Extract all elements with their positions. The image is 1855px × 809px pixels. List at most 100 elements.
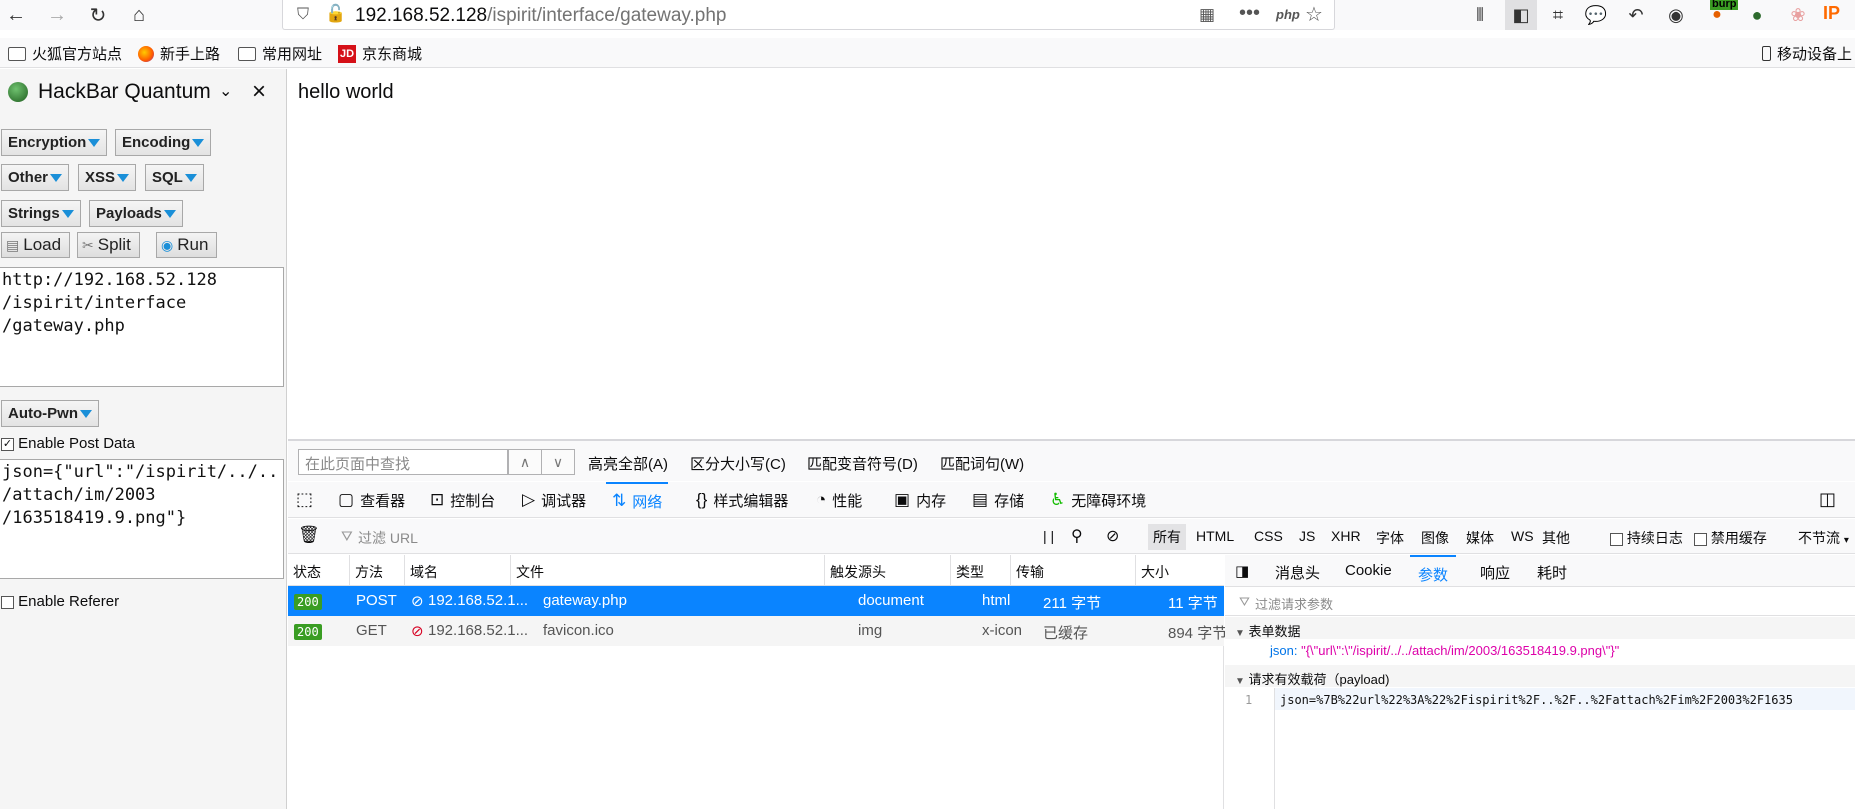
trash-icon[interactable]: 🗑 (298, 525, 320, 545)
filter-media[interactable]: 媒体 (1466, 528, 1494, 548)
tab-memory[interactable]: ▣ 内存 (894, 482, 946, 518)
autopwn-menu[interactable]: Auto-Pwn (1, 400, 99, 427)
url-bar[interactable]: ⛉ 🔓 192.168.52.128/ispirit/interface/gat… (282, 0, 1335, 30)
close-icon[interactable]: × (252, 78, 266, 106)
home-icon[interactable]: ⌂ (127, 3, 151, 27)
back-icon[interactable]: ← (4, 3, 28, 27)
reload-icon[interactable]: ↻ (86, 3, 110, 27)
throttle-select[interactable]: 不节流 ▾ (1798, 528, 1849, 548)
account-icon[interactable]: ◉ (1664, 3, 1688, 27)
params-filter-input[interactable]: 过滤请求参数 (1255, 594, 1333, 613)
filter-ws[interactable]: WS (1511, 528, 1534, 544)
post-data-textarea[interactable]: json={"url":"/ispirit/../.. /attach/im/2… (0, 459, 284, 579)
tab-storage[interactable]: ▤ 存储 (972, 482, 1024, 518)
tab-headers[interactable]: 消息头 (1275, 555, 1320, 587)
qrcode-icon[interactable]: ▦ (1199, 5, 1215, 25)
column-cause[interactable]: 触发源头 (825, 555, 951, 586)
run-button[interactable]: ◉ Run (156, 232, 218, 258)
tab-response[interactable]: 响应 (1480, 555, 1510, 587)
persist-log-checkbox[interactable] (1610, 532, 1623, 546)
filter-other[interactable]: 其他 (1542, 528, 1570, 548)
load-button[interactable]: ▤ Load (1, 232, 71, 258)
find-input[interactable]: 在此页面中查找 (298, 449, 508, 475)
hackbar-extension-icon[interactable]: ● (1745, 3, 1769, 27)
sidebar-toggle-icon[interactable]: ◧ (1505, 0, 1537, 30)
column-method[interactable]: 方法 (350, 555, 405, 586)
tab-debugger[interactable]: ▷ 调试器 (522, 482, 586, 518)
tab-accessibility[interactable]: ♿ 无障碍环境 (1050, 482, 1146, 518)
column-domain[interactable]: 域名 (405, 555, 511, 586)
payloads-menu[interactable]: Payloads (89, 200, 183, 227)
more-actions-icon[interactable]: ••• (1239, 2, 1260, 25)
element-picker-icon[interactable]: ⬚ (296, 489, 313, 510)
payload-text[interactable]: json=%7B%22url%22%3A%22%2Fispirit%2F..%2… (1280, 693, 1793, 707)
bookmark-star-icon[interactable]: ☆ (1305, 2, 1323, 27)
table-row[interactable]: 200 POST ⊘ 192.168.52.1... gateway.php d… (288, 586, 1224, 616)
toggle-panel-icon[interactable]: ◨ (1235, 562, 1249, 580)
highlight-all-option[interactable]: 高亮全部(A) (588, 453, 668, 474)
search-icon[interactable]: ⚲ (1071, 526, 1083, 546)
split-button[interactable]: ✂ Split (77, 232, 140, 258)
column-status[interactable]: 状态 (288, 555, 350, 586)
shield-icon[interactable]: ⛉ (297, 6, 309, 24)
match-diacritics-option[interactable]: 匹配变音符号(D) (807, 453, 918, 474)
tab-timings[interactable]: 耗时 (1537, 555, 1567, 587)
undo-icon[interactable]: ↶ (1624, 3, 1648, 27)
mobile-bookmarks[interactable]: 移动设备上 (1762, 43, 1852, 64)
encoding-menu[interactable]: Encoding (115, 129, 212, 156)
bookmark-item[interactable]: JD 京东商城 (338, 43, 422, 64)
persist-log-toggle[interactable]: 持续日志 (1610, 528, 1683, 548)
enable-referer-checkbox[interactable] (1, 595, 14, 609)
crop-icon[interactable]: ⌗ (1546, 3, 1570, 27)
enable-post-checkbox[interactable]: ✓ (1, 437, 14, 451)
bookmark-item[interactable]: 火狐官方站点 (8, 43, 122, 64)
tab-params[interactable]: 参数 (1410, 555, 1457, 587)
params-filter[interactable]: ⛛ 过滤请求参数 (1225, 588, 1855, 616)
xss-menu[interactable]: XSS (78, 164, 137, 191)
column-file[interactable]: 文件 (511, 555, 825, 586)
tab-performance[interactable]: ◔ 性能 (816, 482, 862, 518)
form-data-section[interactable]: ▼ 表单数据 (1225, 617, 1855, 639)
find-next-icon[interactable]: ∨ (541, 449, 575, 475)
table-row[interactable]: 200 GET ⊘ 192.168.52.1... favicon.ico im… (288, 616, 1227, 646)
filter-fonts[interactable]: 字体 (1376, 528, 1404, 548)
tab-style-editor[interactable]: {} 样式编辑器 (696, 482, 788, 518)
bookmark-item[interactable]: 常用网址 (238, 43, 322, 64)
column-type[interactable]: 类型 (951, 555, 1011, 586)
chevron-down-icon[interactable]: ⌄ (219, 81, 232, 101)
ip-extension-icon[interactable]: IP (1823, 3, 1840, 24)
enable-post-toggle[interactable]: ✓ Enable Post Data (1, 435, 135, 452)
whole-words-option[interactable]: 匹配词句(W) (940, 453, 1024, 474)
proxy-extension-icon[interactable]: ❀ (1786, 3, 1810, 27)
sql-menu[interactable]: SQL (145, 164, 204, 191)
bookmark-item[interactable]: 新手上路 (138, 43, 220, 64)
column-size[interactable]: 大小 (1136, 555, 1224, 586)
url-text[interactable]: 192.168.52.128/ispirit/interface/gateway… (355, 5, 726, 27)
other-menu[interactable]: Other (1, 164, 70, 191)
encryption-menu[interactable]: Encryption (1, 129, 108, 156)
filter-js[interactable]: JS (1299, 528, 1315, 544)
match-case-option[interactable]: 区分大小写(C) (690, 453, 786, 474)
filter-xhr[interactable]: XHR (1331, 528, 1361, 544)
enable-referer-toggle[interactable]: Enable Referer (1, 593, 119, 610)
tab-cookie[interactable]: Cookie (1345, 555, 1392, 587)
filter-css[interactable]: CSS (1254, 528, 1283, 544)
hackbar-title[interactable]: HackBar Quantum (38, 80, 211, 104)
url-textarea[interactable]: http://192.168.52.128 /ispirit/interface… (0, 267, 284, 387)
library-icon[interactable]: ⫴ (1468, 3, 1492, 27)
disable-cache-checkbox[interactable] (1694, 532, 1707, 546)
tab-console[interactable]: ⊡ 控制台 (430, 482, 495, 518)
column-transferred[interactable]: 传输 (1011, 555, 1136, 586)
filter-all[interactable]: 所有 (1148, 524, 1186, 550)
php-icon[interactable]: php (1276, 7, 1300, 22)
url-filter-input[interactable]: 过滤 URL (358, 528, 418, 548)
filter-images[interactable]: 图像 (1421, 528, 1449, 548)
strings-menu[interactable]: Strings (1, 200, 81, 227)
find-previous-icon[interactable]: ∧ (508, 449, 542, 475)
disable-cache-toggle[interactable]: 禁用缓存 (1694, 528, 1767, 548)
pause-icon[interactable]: | | (1043, 528, 1054, 544)
payload-section[interactable]: ▼ 请求有效载荷（payload) (1225, 665, 1855, 687)
forward-icon[interactable]: → (45, 3, 69, 27)
chat-icon[interactable]: 💬 (1584, 3, 1608, 27)
dock-side-icon[interactable]: ◫ (1819, 489, 1836, 510)
